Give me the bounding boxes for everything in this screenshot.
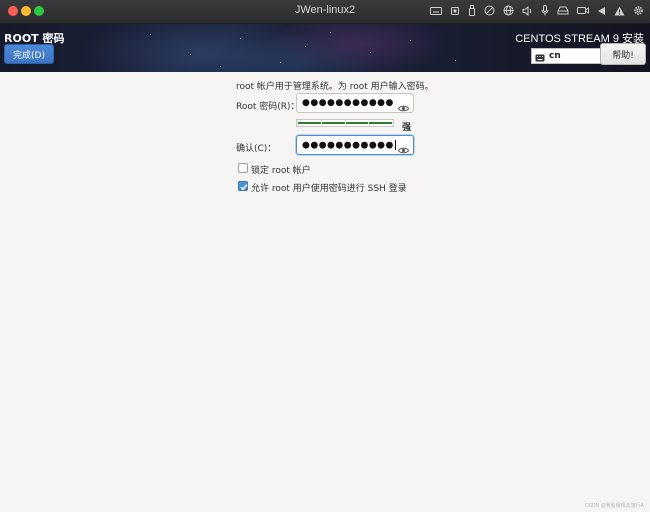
warning-icon[interactable] (614, 6, 625, 16)
keyboard-layout-indicator[interactable]: cn (531, 48, 603, 64)
play-icon[interactable] (597, 6, 606, 16)
help-button[interactable]: 帮助! (600, 43, 646, 65)
text-caret (394, 140, 396, 150)
keyboard-icon (535, 47, 545, 66)
confirm-password-label: 确认(C)： (236, 144, 277, 154)
gear-icon[interactable] (633, 5, 644, 16)
intro-text: root 帐户用于管理系统。为 root 用户输入密码。 (236, 82, 434, 92)
show-password-icon[interactable] (397, 98, 410, 117)
allow-root-ssh-label: 允许 root 用户使用密码进行 SSH 登录 (251, 184, 407, 194)
drive-icon[interactable] (557, 6, 569, 15)
password-dots: ●●●●●●●●●●● (302, 98, 394, 108)
speaker-icon[interactable] (522, 5, 533, 16)
window-titlebar: JWen-linux2 (0, 0, 650, 24)
keyboard-icon[interactable] (430, 6, 442, 16)
cpu-icon[interactable] (450, 6, 460, 16)
lock-root-checkbox[interactable] (238, 163, 248, 173)
camera-icon[interactable] (577, 6, 589, 15)
usb-icon[interactable] (468, 5, 476, 16)
network-icon[interactable] (503, 5, 514, 16)
watermark: CSDN @我看晴晴去旅行A (585, 503, 644, 509)
confirm-password-field[interactable]: ●●●●●●●●●●● (296, 135, 414, 155)
lock-root-label: 锁定 root 帐户 (251, 166, 311, 176)
microphone-icon[interactable] (541, 5, 549, 16)
keyboard-layout-label: cn (549, 51, 561, 61)
password-strength-bar (296, 119, 394, 127)
root-password-field[interactable]: ●●●●●●●●●●● (296, 93, 414, 113)
show-password-icon[interactable] (397, 140, 410, 159)
allow-root-ssh-checkbox[interactable] (238, 181, 248, 191)
done-button[interactable]: 完成(D) (4, 44, 54, 64)
root-password-label: Root 密码(R)： (236, 102, 300, 112)
disabled-icon[interactable] (484, 5, 495, 16)
installer-header: ROOT 密码 完成(D) CENTOS STREAM 9 安装 cn 帮助! (0, 24, 650, 72)
password-strength-label: 强 (402, 123, 412, 133)
confirm-password-dots: ●●●●●●●●●●● (302, 140, 394, 151)
vm-toolbar (430, 5, 644, 16)
checkmark-icon (240, 184, 248, 191)
